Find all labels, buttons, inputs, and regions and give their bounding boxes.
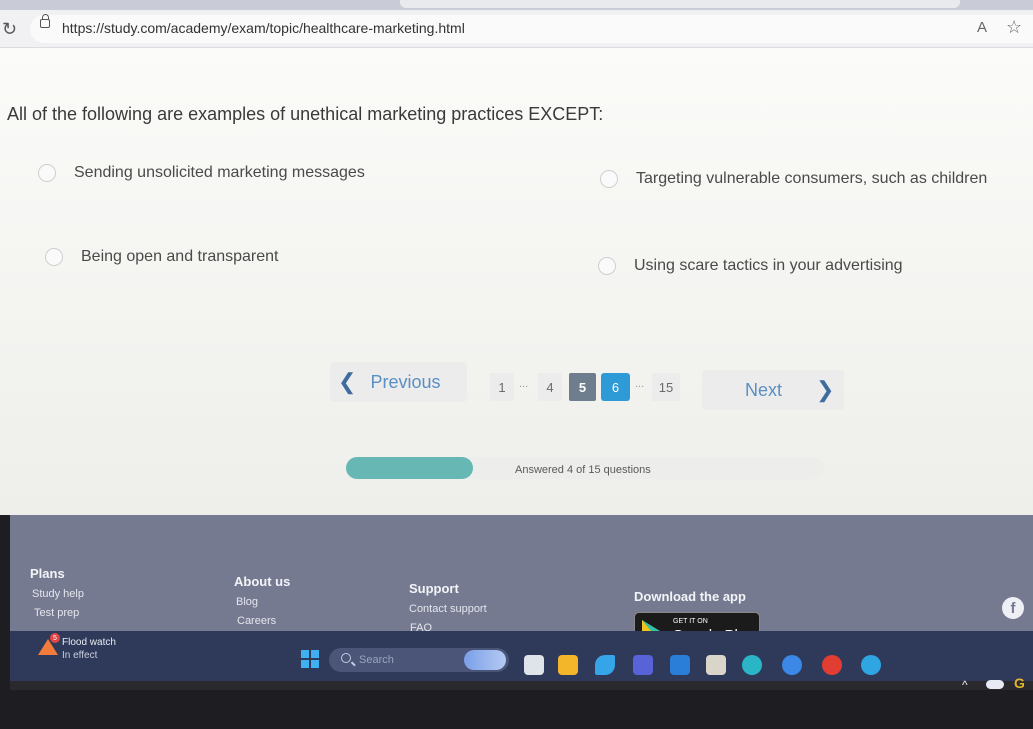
pagination-ellipsis: ...: [635, 378, 645, 390]
task-view-icon[interactable]: [524, 655, 544, 675]
page-button-15[interactable]: 15: [652, 373, 680, 401]
answer-option-label: Targeting vulnerable consumers, such as …: [636, 170, 988, 187]
onedrive-icon[interactable]: [986, 680, 1004, 689]
footer-careers-link[interactable]: Careers: [237, 615, 276, 627]
tray-app-icon[interactable]: G: [1014, 675, 1025, 691]
site-footer: [10, 515, 1033, 645]
pagination-ellipsis: ...: [519, 378, 529, 390]
footer-test-prep-link[interactable]: Test prep: [34, 607, 79, 619]
get-it-on-text: GET IT ON: [673, 618, 708, 625]
edge-icon[interactable]: [742, 655, 762, 675]
progress-bar-fill: [346, 457, 474, 479]
radio-button[interactable]: [600, 170, 618, 188]
active-tab[interactable]: [400, 0, 960, 8]
read-aloud-icon[interactable]: A: [977, 19, 987, 36]
teams-icon[interactable]: [633, 655, 653, 675]
footer-study-help-link[interactable]: Study help: [32, 588, 84, 600]
search-icon: [341, 653, 351, 663]
windows-start-icon[interactable]: [301, 650, 319, 668]
previous-label: Previous: [370, 371, 441, 392]
next-label: Next: [745, 379, 783, 400]
radio-button[interactable]: [598, 257, 616, 275]
mail-icon[interactable]: [670, 655, 690, 675]
app-icon[interactable]: [782, 655, 802, 675]
footer-about-us-heading[interactable]: About us: [234, 574, 290, 589]
search-highlight-icon: [464, 650, 506, 670]
footer-plans-heading[interactable]: Plans: [30, 566, 65, 581]
page-button-1[interactable]: 1: [490, 373, 514, 401]
answer-option-1[interactable]: Sending unsolicited marketing messages: [38, 164, 365, 182]
file-explorer-icon[interactable]: [558, 655, 578, 675]
footer-contact-support-link[interactable]: Contact support: [409, 603, 487, 615]
taskbar-search[interactable]: Search: [329, 648, 509, 672]
weather-title[interactable]: Flood watch: [62, 637, 116, 648]
answer-option-label: Using scare tactics in your advertising: [634, 257, 903, 274]
answer-option-label: Sending unsolicited marketing messages: [74, 164, 365, 181]
url-text[interactable]: https://study.com/academy/exam/topic/hea…: [62, 20, 465, 36]
radio-button[interactable]: [45, 248, 63, 266]
notification-badge: 5: [50, 633, 60, 643]
reload-icon[interactable]: ↻: [2, 19, 17, 40]
page-button-4[interactable]: 4: [538, 373, 562, 401]
store-icon[interactable]: [706, 655, 726, 675]
windows-taskbar: [10, 631, 1033, 681]
footer-support-heading[interactable]: Support: [409, 581, 459, 596]
search-placeholder: Search: [359, 654, 394, 666]
page-button-hovered[interactable]: 6: [601, 373, 630, 401]
app-icon[interactable]: [822, 655, 842, 675]
question-text: All of the following are examples of une…: [7, 104, 604, 124]
progress-text: Answered 4 of 15 questions: [515, 464, 651, 476]
answer-option-label: Being open and transparent: [81, 248, 279, 265]
weather-subtitle[interactable]: In effect: [62, 650, 97, 661]
chevron-right-icon: ❯: [816, 377, 835, 402]
footer-blog-link[interactable]: Blog: [236, 596, 258, 608]
previous-button[interactable]: ❮ Previous: [330, 362, 467, 402]
lock-icon: [40, 14, 50, 28]
chevron-left-icon: ❮: [338, 369, 357, 394]
browser-tabstrip: [0, 0, 1033, 10]
answer-option-4[interactable]: Using scare tactics in your advertising: [598, 257, 903, 275]
monitor-bezel-left: [0, 515, 10, 729]
star-icon[interactable]: ☆: [1006, 17, 1022, 38]
monitor-bezel: [0, 690, 1033, 729]
footer-download-app-heading: Download the app: [634, 589, 746, 604]
radio-button[interactable]: [38, 164, 56, 182]
next-button[interactable]: Next ❯: [702, 370, 844, 410]
page-button-current[interactable]: 5: [569, 373, 596, 401]
google-play-icon-accent: [642, 620, 651, 631]
copilot-icon[interactable]: [595, 655, 615, 675]
facebook-icon[interactable]: f: [1002, 597, 1024, 619]
answer-option-2[interactable]: Targeting vulnerable consumers, such as …: [600, 170, 987, 188]
answer-option-3[interactable]: Being open and transparent: [45, 248, 278, 266]
app-icon[interactable]: [861, 655, 881, 675]
